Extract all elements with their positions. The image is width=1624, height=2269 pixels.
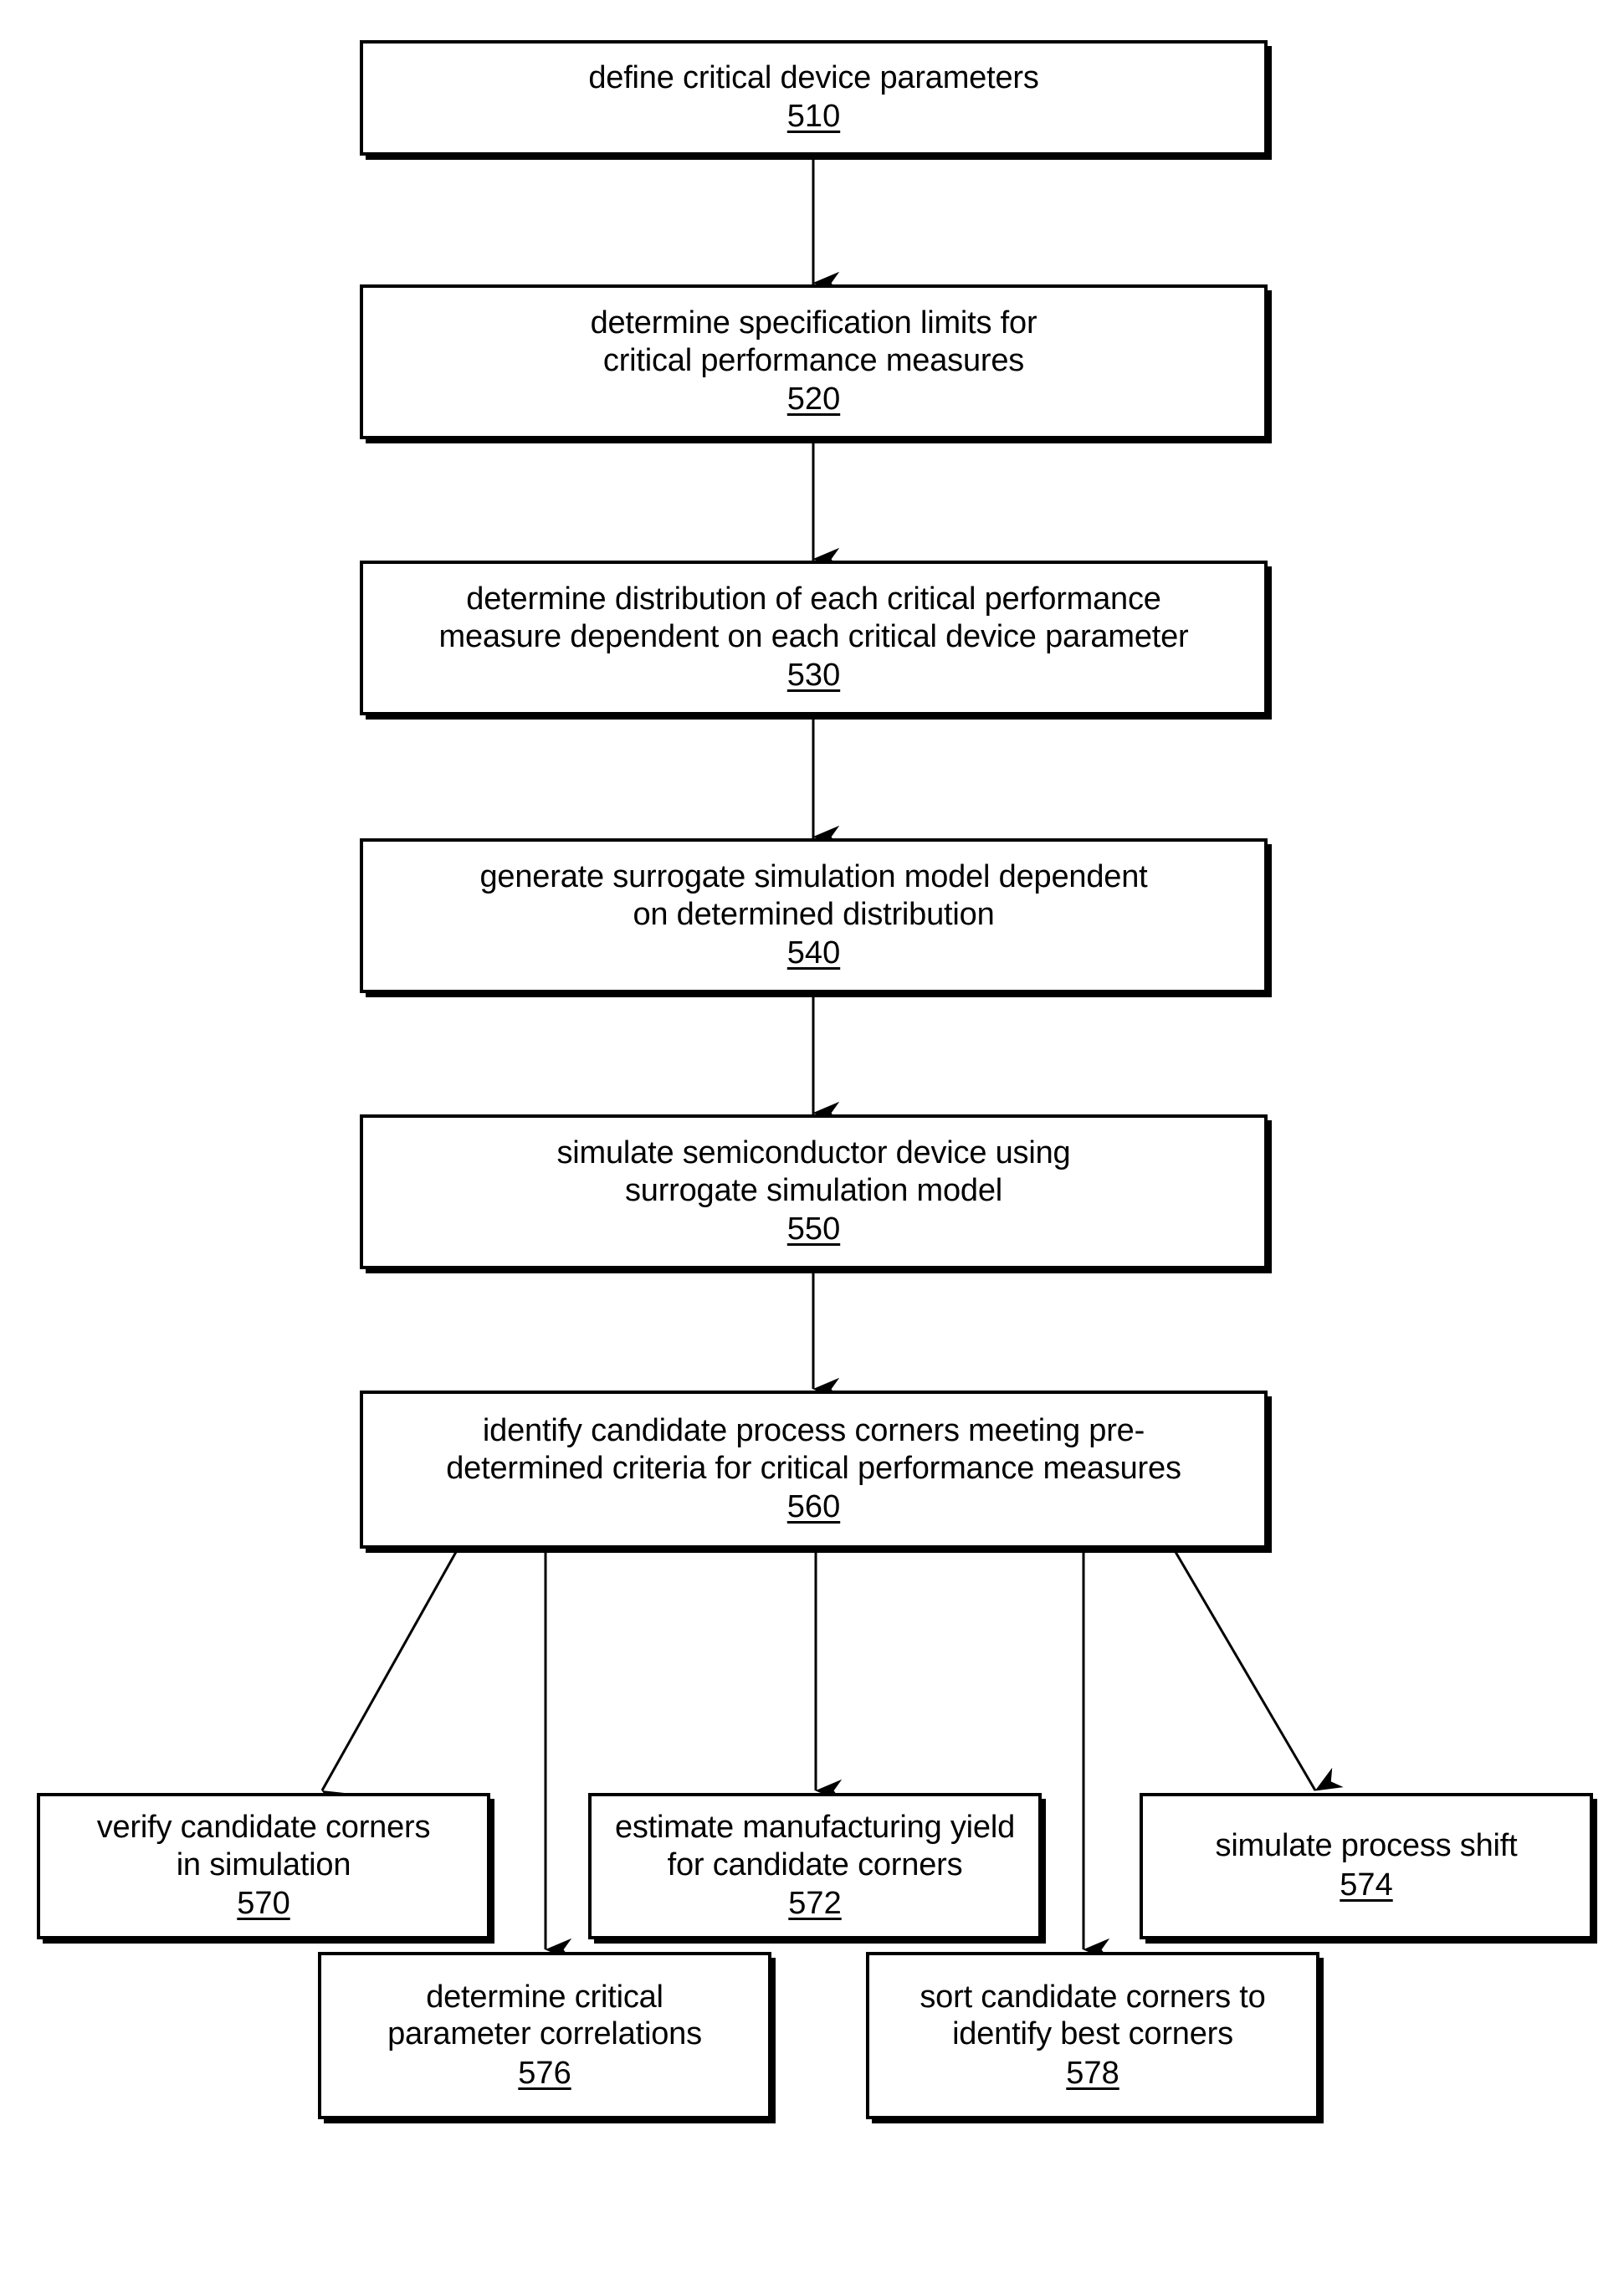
node-reference-numeral: 572 xyxy=(788,1886,842,1922)
node-simulate-process-shift[interactable]: simulate process shift 574 xyxy=(1140,1793,1593,1939)
node-reference-numeral: 576 xyxy=(518,2055,571,2091)
node-label: simulate semiconductor device using surr… xyxy=(556,1135,1071,1208)
node-reference-numeral: 550 xyxy=(786,1211,841,1247)
node-estimate-manufacturing-yield[interactable]: estimate manufacturing yield for candida… xyxy=(588,1793,1042,1939)
node-label: sort candidate corners to identify best … xyxy=(920,1979,1266,2052)
node-label: generate surrogate simulation model depe… xyxy=(479,859,1148,932)
node-simulate-semiconductor-device[interactable]: simulate semiconductor device using surr… xyxy=(360,1114,1268,1269)
node-label: identify candidate process corners meeti… xyxy=(446,1413,1181,1486)
node-label: simulate process shift xyxy=(1215,1828,1518,1864)
node-reference-numeral: 570 xyxy=(237,1886,290,1922)
node-reference-numeral: 560 xyxy=(786,1489,841,1525)
node-label: determine distribution of each critical … xyxy=(438,581,1189,654)
node-reference-numeral: 540 xyxy=(786,935,841,971)
node-determine-critical-parameter-correlations[interactable]: determine critical parameter correlation… xyxy=(318,1952,771,2119)
node-reference-numeral: 578 xyxy=(1066,2055,1119,2091)
node-reference-numeral: 510 xyxy=(786,99,841,135)
edge-560-570 xyxy=(320,1551,458,1814)
figure-canvas: define critical device parameters 510 de… xyxy=(0,0,1624,2269)
edge-560-574 xyxy=(1174,1551,1344,1791)
node-determine-specification-limits[interactable]: determine specification limits for criti… xyxy=(360,284,1268,439)
node-sort-candidate-corners[interactable]: sort candidate corners to identify best … xyxy=(866,1952,1319,2119)
node-label: estimate manufacturing yield for candida… xyxy=(614,1810,1016,1882)
node-label: verify candidate corners in simulation xyxy=(96,1810,431,1882)
node-determine-distribution[interactable]: determine distribution of each critical … xyxy=(360,561,1268,715)
node-generate-surrogate-simulation-model[interactable]: generate surrogate simulation model depe… xyxy=(360,838,1268,993)
node-define-critical-device-parameters[interactable]: define critical device parameters 510 xyxy=(360,40,1268,156)
node-verify-candidate-corners[interactable]: verify candidate corners in simulation 5… xyxy=(37,1793,490,1939)
node-label: determine critical parameter correlation… xyxy=(387,1979,702,2052)
node-reference-numeral: 520 xyxy=(786,382,841,417)
node-label: define critical device parameters xyxy=(588,59,1039,95)
node-identify-candidate-process-corners[interactable]: identify candidate process corners meeti… xyxy=(360,1391,1268,1549)
node-reference-numeral: 574 xyxy=(1340,1867,1393,1903)
node-reference-numeral: 530 xyxy=(786,658,841,694)
node-label: determine specification limits for criti… xyxy=(590,305,1037,378)
